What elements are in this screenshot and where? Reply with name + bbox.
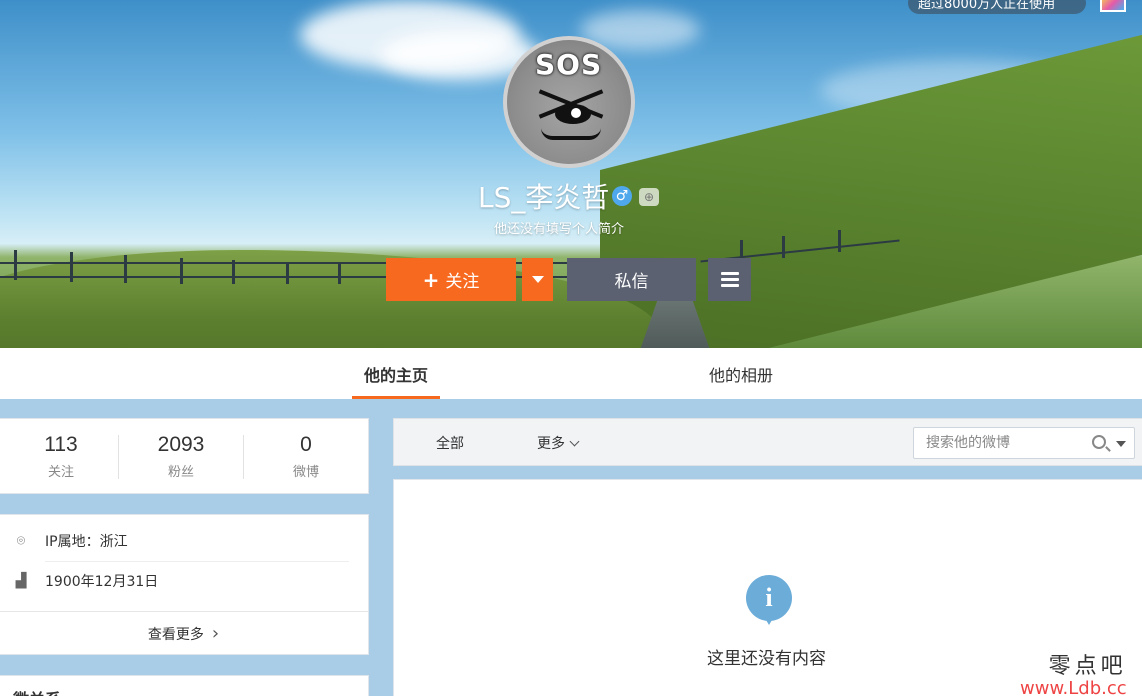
birthday: 1900年12月31日 [45, 574, 159, 590]
ip-location-row: ⌾ IP属地：浙江 [13, 521, 128, 561]
profile-bio: 他还没有填写个人简介 [494, 222, 625, 237]
robot-icon[interactable]: ⊕ [639, 188, 659, 206]
cake-icon: ▟ [15, 573, 27, 589]
empty-message: 这里还没有内容 [707, 649, 826, 669]
caret-down-icon [531, 276, 544, 283]
stat-value: 2093 [157, 433, 205, 456]
male-icon: ♂ [612, 186, 632, 206]
watermark-url: www.Ldb.cc [1020, 678, 1127, 696]
fence-post [70, 252, 73, 282]
fence-post [14, 250, 17, 280]
feed-search [913, 427, 1135, 459]
stat-posts[interactable]: 0 微博 [244, 419, 368, 495]
app-icon[interactable] [1100, 0, 1126, 12]
chevron-down-icon [569, 436, 580, 446]
fence-post [180, 258, 183, 284]
fence-post [838, 230, 841, 252]
profile-tabbar: 他的主页 他的相册 [0, 348, 1142, 399]
view-more-label: 查看更多 [147, 626, 204, 643]
stat-label: 粉丝 [167, 465, 194, 480]
feed-filter-bar: 全部 更多 [393, 418, 1142, 466]
filter-more[interactable]: 更多 [537, 419, 580, 467]
avatar-text: SOS [535, 48, 603, 81]
ip-location: IP属地：浙江 [45, 534, 128, 550]
filter-all[interactable]: 全部 [436, 419, 464, 467]
follow-dropdown-button[interactable] [522, 258, 553, 301]
avatar-eye [555, 104, 591, 124]
hamburger-icon [720, 284, 739, 287]
relation-card: 微关系 [0, 675, 369, 696]
stat-value: 0 [300, 433, 312, 456]
follow-button[interactable]: + 关注 [386, 258, 516, 301]
message-button[interactable]: 私信 [567, 258, 696, 301]
menu-button[interactable] [708, 258, 751, 301]
watermark-text: 零点吧 [1048, 654, 1127, 679]
info-icon: i [746, 575, 792, 625]
stat-label: 关注 [47, 465, 74, 480]
tab-home[interactable]: 他的主页 [352, 348, 440, 399]
stats-card: 113 关注 2093 粉丝 0 微博 [0, 418, 369, 494]
tab-album[interactable]: 他的相册 [696, 348, 786, 399]
avatar-mouth [541, 128, 601, 140]
stat-followers[interactable]: 2093 粉丝 [119, 419, 243, 495]
chevron-right-icon: › [211, 623, 220, 644]
follow-label: 关注 [445, 272, 480, 292]
search-icon[interactable] [1092, 435, 1106, 449]
search-input[interactable] [914, 428, 1084, 458]
avatar[interactable]: SOS [503, 36, 635, 168]
stat-following[interactable]: 113 关注 [0, 419, 123, 495]
view-more-link[interactable]: 查看更多 › [0, 611, 368, 655]
relation-title: 微关系 [13, 686, 61, 696]
info-card: ⌾ IP属地：浙江 ▟ 1900年12月31日 查看更多 › [0, 514, 369, 655]
hamburger-icon [720, 278, 739, 281]
watermark: 零点吧 www.Ldb.cc [1020, 648, 1127, 696]
avatar-image: SOS [507, 40, 631, 164]
filter-more-label: 更多 [537, 436, 565, 452]
birthday-row: ▟ 1900年12月31日 [13, 561, 159, 601]
hill-left [0, 250, 660, 348]
fence-post [124, 255, 127, 283]
profile-name: LS_李炎哲 [478, 181, 610, 214]
profile-banner: 超过8000万人正在使用 SOS LS_李炎哲 ♂ ⊕ 他还没有填写个人简介 +… [0, 0, 1142, 348]
plus-icon: + [422, 267, 440, 292]
stat-label: 微博 [292, 465, 319, 480]
caret-down-icon[interactable] [1116, 441, 1126, 447]
fence-post [338, 262, 341, 284]
user-count-badge[interactable]: 超过8000万人正在使用 [908, 0, 1086, 14]
stat-value: 113 [44, 433, 78, 456]
location-pin-icon: ⌾ [16, 533, 26, 549]
fence-post [232, 260, 235, 284]
hamburger-icon [720, 272, 739, 275]
fence-post [782, 236, 785, 258]
fence-post [286, 262, 289, 284]
